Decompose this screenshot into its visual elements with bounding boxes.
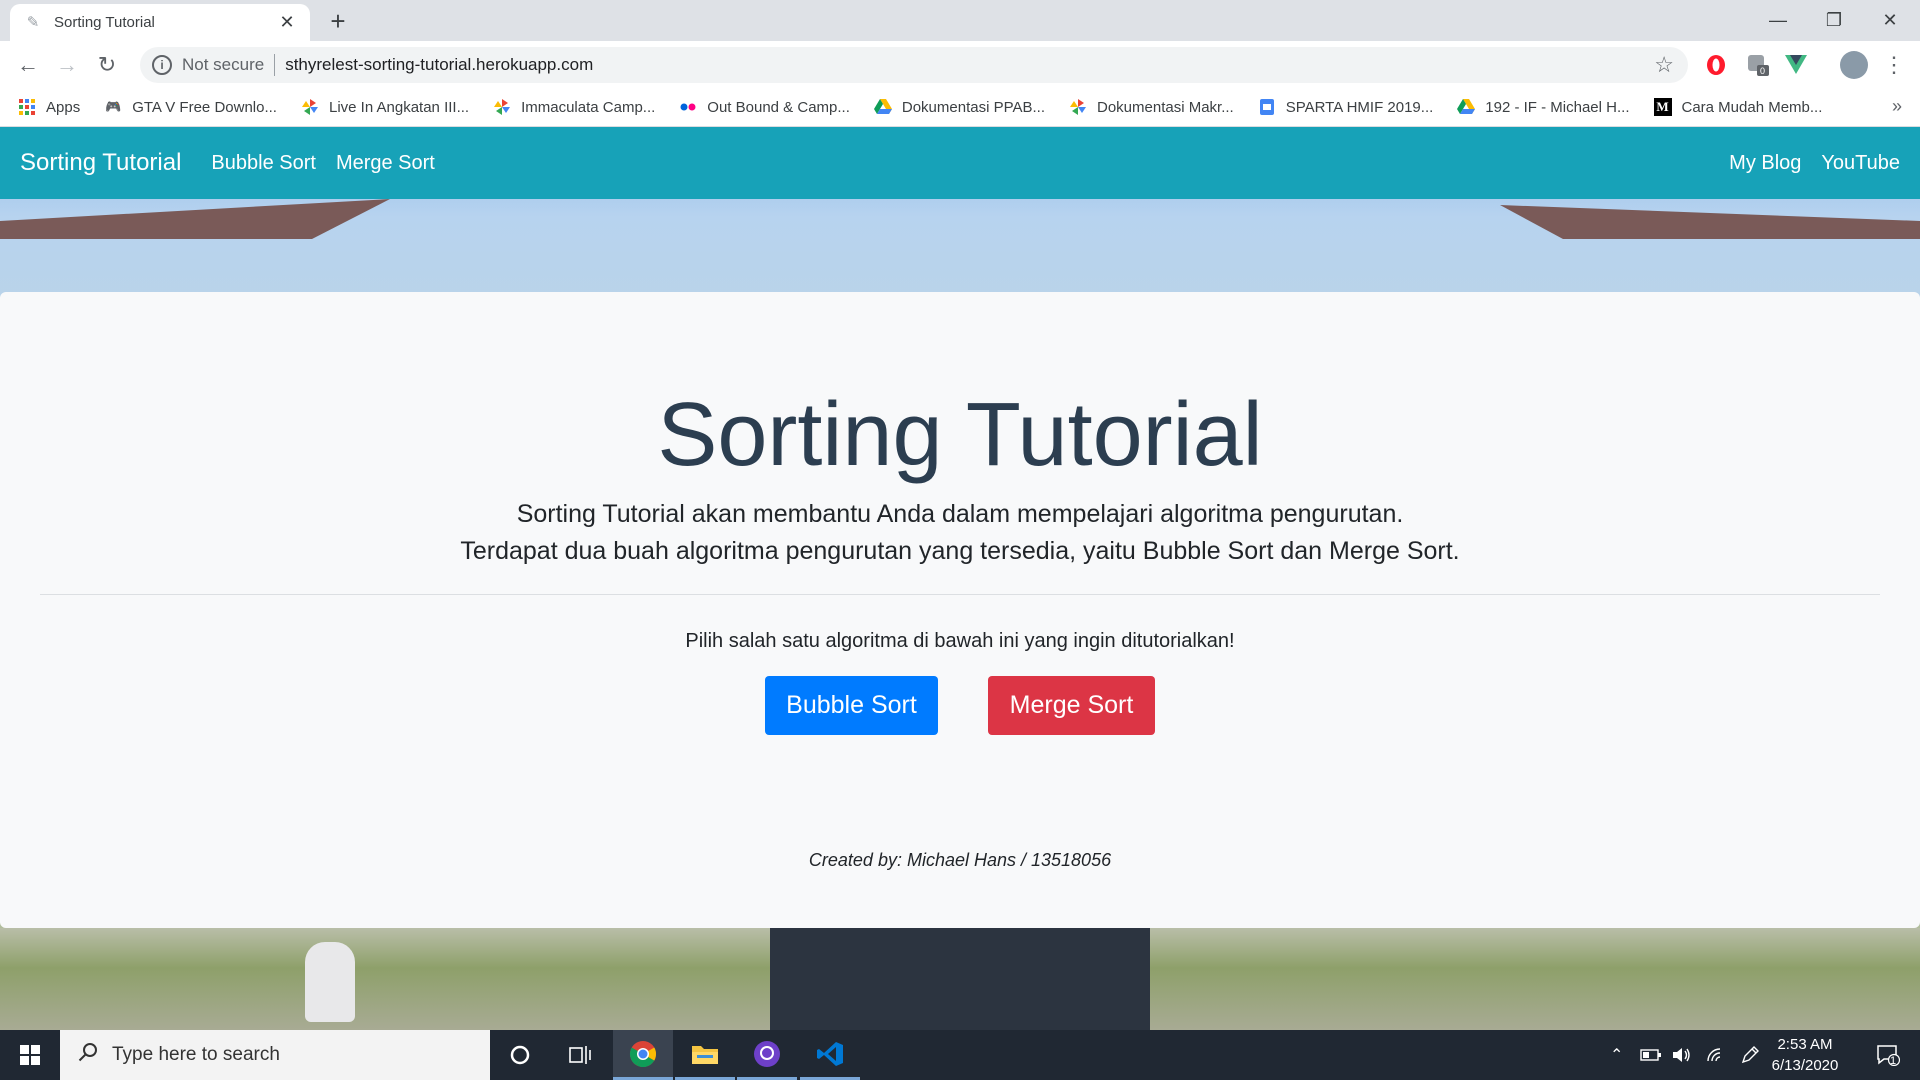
bookmark-cara-mudah[interactable]: M Cara Mudah Memb... (1653, 98, 1823, 116)
opera-extension-icon[interactable] (1704, 53, 1728, 77)
site-info-icon[interactable]: i (152, 55, 172, 75)
hero-jumbotron: Sorting Tutorial Sorting Tutorial akan m… (0, 292, 1920, 928)
bookmark-live-in[interactable]: Live In Angkatan III... (301, 98, 469, 116)
browser-toolbar: ← → ↻ i Not secure sthyrelest-sorting-tu… (0, 41, 1920, 88)
bookmark-label: Dokumentasi Makr... (1097, 98, 1234, 116)
restore-button[interactable]: ❐ (1806, 0, 1862, 41)
volume-icon[interactable] (1672, 1030, 1692, 1080)
forward-button[interactable]: → (51, 49, 83, 81)
system-clock[interactable]: 2:53 AM 6/13/2020 (1750, 1034, 1860, 1076)
nav-link-merge-sort[interactable]: Merge Sort (336, 152, 435, 175)
bookmark-dokumentasi-makr[interactable]: Dokumentasi Makr... (1069, 98, 1234, 116)
window-close-button[interactable]: ✕ (1862, 0, 1918, 41)
navbar-brand[interactable]: Sorting Tutorial (20, 149, 181, 177)
security-label: Not secure (182, 55, 265, 74)
gamepad-icon: 🎮 (105, 99, 122, 114)
bookmarks-overflow-icon[interactable]: » (1892, 96, 1902, 117)
bookmark-192-if[interactable]: 192 - IF - Michael H... (1457, 98, 1630, 116)
windows-taskbar: Type here to search ⌃ 2:53 AM 6/13/2020 … (0, 1030, 1920, 1080)
chrome-menu-icon[interactable]: ⋮ (1882, 52, 1906, 77)
tab-close-icon[interactable]: ✕ (276, 12, 298, 33)
wifi-icon[interactable] (1706, 1030, 1726, 1080)
bookmark-out-bound[interactable]: Out Bound & Camp... (679, 98, 850, 116)
bookmark-label: Apps (46, 98, 81, 116)
address-bar[interactable]: i Not secure sthyrelest-sorting-tutorial… (140, 47, 1688, 83)
profile-avatar[interactable] (1840, 51, 1868, 79)
extension-badge-icon[interactable]: 0 (1746, 53, 1770, 77)
bookmark-label: GTA V Free Downlo... (132, 98, 277, 116)
notification-count: 1 (1890, 1055, 1897, 1067)
cortana-icon[interactable] (490, 1030, 550, 1080)
bubble-sort-button[interactable]: Bubble Sort (765, 676, 938, 735)
action-center-icon[interactable]: 1 (1868, 1030, 1908, 1080)
github-desktop-icon[interactable] (737, 1030, 797, 1080)
choose-prompt: Pilih salah satu algoritma di bawah ini … (685, 630, 1235, 652)
vue-devtools-icon[interactable] (1784, 53, 1808, 77)
battery-icon[interactable] (1640, 1030, 1662, 1080)
show-hidden-icons[interactable]: ⌃ (1610, 1030, 1623, 1080)
site-navbar: Sorting Tutorial Bubble Sort Merge Sort … (0, 127, 1920, 199)
bookmark-label: Out Bound & Camp... (707, 98, 850, 116)
bookmark-star-icon[interactable]: ☆ (1654, 52, 1674, 78)
medium-icon: M (1653, 98, 1672, 116)
url-text[interactable]: sthyrelest-sorting-tutorial.herokuapp.co… (285, 55, 1654, 75)
new-tab-button[interactable]: + (323, 6, 353, 36)
bookmark-sparta[interactable]: SPARTA HMIF 2019... (1258, 98, 1434, 116)
bookmark-immaculata[interactable]: Immaculata Camp... (493, 98, 655, 116)
bookmark-label: Dokumentasi PPAB... (901, 98, 1045, 116)
tab-title: Sorting Tutorial (54, 14, 155, 31)
reload-button[interactable]: ↻ (91, 49, 123, 81)
bookmark-dokumentasi-ppab[interactable]: Dokumentasi PPAB... (873, 98, 1045, 116)
apps-grid-icon (18, 98, 36, 116)
back-button[interactable]: ← (12, 49, 44, 81)
nav-link-bubble-sort[interactable]: Bubble Sort (211, 152, 316, 175)
pinwheel-icon (301, 98, 319, 116)
hero-lead: Sorting Tutorial akan membantu Anda dala… (0, 496, 1920, 570)
page-viewport: Sorting Tutorial Bubble Sort Merge Sort … (0, 127, 1920, 1030)
windows-logo-icon (20, 1045, 40, 1065)
lead-line-1: Sorting Tutorial akan membantu Anda dala… (516, 500, 1404, 528)
clock-date: 6/13/2020 (1771, 1057, 1839, 1074)
start-button[interactable] (0, 1030, 60, 1080)
minimize-button[interactable]: — (1750, 0, 1806, 41)
drive-icon (1457, 98, 1476, 116)
bookmark-label: SPARTA HMIF 2019... (1285, 98, 1434, 116)
lead-line-2: Terdapat dua buah algoritma pengurutan y… (460, 537, 1460, 565)
divider (40, 594, 1880, 595)
tab-strip: ✎ Sorting Tutorial ✕ + — ❐ ✕ (0, 0, 1920, 41)
bookmark-apps[interactable]: Apps (18, 98, 80, 116)
clock-time: 2:53 AM (1777, 1036, 1833, 1053)
bookmark-label: Live In Angkatan III... (328, 98, 470, 116)
drive-icon (873, 98, 892, 116)
chrome-icon[interactable] (613, 1030, 673, 1080)
bookmark-gta[interactable]: 🎮 GTA V Free Downlo... (104, 98, 277, 116)
tab-sorting-tutorial[interactable]: ✎ Sorting Tutorial ✕ (10, 4, 310, 41)
svg-text:0: 0 (1760, 66, 1765, 76)
nav-link-my-blog[interactable]: My Blog (1729, 152, 1801, 175)
bookmarks-bar: Apps 🎮 GTA V Free Downlo... Live In Angk… (0, 88, 1920, 127)
pinwheel-icon (1069, 98, 1087, 116)
vscode-icon[interactable] (800, 1030, 860, 1080)
bookmark-label: 192 - IF - Michael H... (1485, 98, 1630, 116)
file-explorer-icon[interactable] (675, 1030, 735, 1080)
author-credit: Created by: Michael Hans / 13518056 (808, 850, 1112, 870)
nav-link-youtube[interactable]: YouTube (1821, 152, 1900, 175)
background-monument (770, 928, 1150, 1030)
address-separator (274, 54, 276, 76)
flickr-dots-icon (679, 98, 697, 116)
slides-icon (1258, 98, 1276, 116)
taskbar-search[interactable]: Type here to search (60, 1030, 490, 1080)
merge-sort-button[interactable]: Merge Sort (988, 676, 1155, 735)
page-favicon-icon: ✎ (26, 13, 40, 31)
search-placeholder: Type here to search (112, 1044, 280, 1065)
bookmark-label: Immaculata Camp... (521, 98, 656, 116)
pinwheel-icon (493, 98, 511, 116)
task-view-icon[interactable] (550, 1030, 610, 1080)
page-title: Sorting Tutorial (657, 385, 1263, 485)
background-person (305, 942, 355, 1022)
navbar-right: My Blog YouTube (1709, 152, 1900, 175)
bookmark-label: Cara Mudah Memb... (1681, 98, 1823, 116)
search-icon (78, 1042, 98, 1068)
